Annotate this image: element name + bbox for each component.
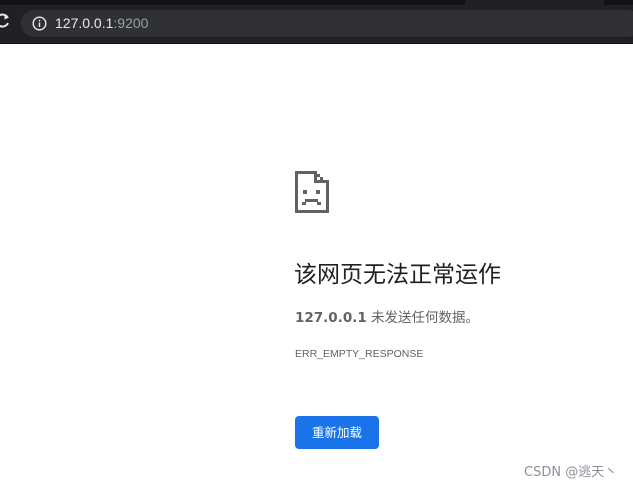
sad-page-icon <box>295 171 329 213</box>
info-icon[interactable] <box>32 16 47 31</box>
watermark: CSDN @逃天丶 <box>524 465 618 480</box>
url-port: :9200 <box>113 15 149 31</box>
tab-strip <box>0 0 465 5</box>
reload-button[interactable]: 重新加载 <box>295 416 379 449</box>
url-text[interactable]: 127.0.0.1:9200 <box>55 15 148 32</box>
error-description: 127.0.0.1 未发送任何数据。 <box>295 309 479 327</box>
browser-toolbar: 127.0.0.1:9200 <box>0 0 633 44</box>
tab-strip-right <box>604 0 633 5</box>
address-bar[interactable]: 127.0.0.1:9200 <box>21 10 633 37</box>
url-host: 127.0.0.1 <box>55 15 114 31</box>
error-description-host: 127.0.0.1 <box>295 310 367 326</box>
error-code: ERR_EMPTY_RESPONSE <box>295 348 424 360</box>
reload-icon[interactable] <box>0 13 12 29</box>
error-heading: 该网页无法正常运作 <box>294 262 501 288</box>
error-description-text: 未发送任何数据。 <box>366 310 480 326</box>
